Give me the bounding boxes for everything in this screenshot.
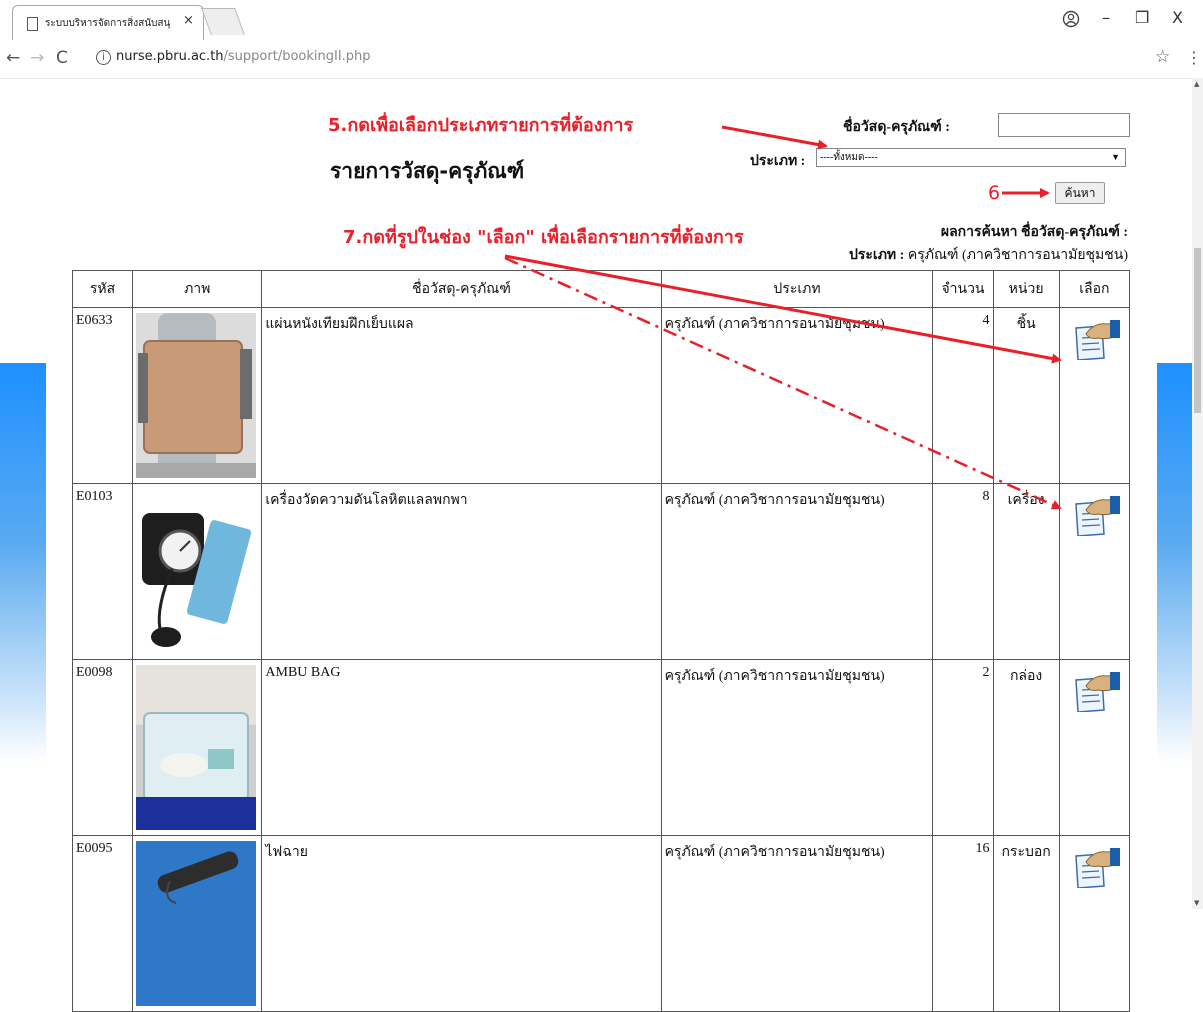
item-image-cell <box>132 483 263 660</box>
item-unit: ชิ้น <box>992 307 1060 484</box>
item-name: ไฟฉาย <box>261 835 662 1012</box>
result-type-label: ประเภท : <box>848 248 905 263</box>
item-qty: 16 <box>932 835 994 1012</box>
new-tab-button[interactable] <box>201 8 245 35</box>
item-select-cell <box>1058 483 1131 660</box>
result-type-line: ประเภท : ครุภัณฑ์ (ภาควิชาการอนามัยชุมชน… <box>849 244 1128 266</box>
page-title: รายการวัสดุ-ครุภัณฑ์ <box>330 159 525 183</box>
url-path: /support/bookingII.php <box>223 49 371 64</box>
url-host: nurse.pbru.ac.th <box>116 49 224 64</box>
ambu-bag-photo <box>136 665 257 830</box>
menu-kebab-icon[interactable]: ⋮ <box>1186 48 1202 67</box>
item-select-cell <box>1058 659 1131 836</box>
header-image: ภาพ <box>132 270 263 308</box>
item-image-cell <box>132 307 263 484</box>
forward-arrow-icon[interactable]: → <box>30 48 44 68</box>
reload-icon[interactable]: C <box>56 48 68 68</box>
search-button[interactable]: ค้นหา <box>1055 182 1105 204</box>
bookmark-star-icon[interactable]: ☆ <box>1155 47 1170 67</box>
select-hand-icon[interactable] <box>1072 846 1120 888</box>
item-name: AMBU BAG <box>261 659 662 836</box>
item-category: ครุภัณฑ์ (ภาควิชาการอนามัยชุมชน) <box>660 307 934 484</box>
item-unit: กล่อง <box>992 659 1060 836</box>
header-name: ชื่อวัสดุ-ครุภัณฑ์ <box>261 270 662 308</box>
item-qty: 2 <box>932 659 994 836</box>
right-decor-bar <box>1157 363 1193 763</box>
item-select-cell <box>1058 307 1131 484</box>
item-code: E0095 <box>71 835 134 1012</box>
item-qty: 8 <box>932 483 994 660</box>
item-image-cell <box>132 659 263 836</box>
browser-tab[interactable]: ระบบบริหารจัดการสิ่งสนับสนุ × <box>12 5 204 40</box>
item-name: แผ่นหนังเทียมฝึกเย็บแผล <box>261 307 662 484</box>
page-icon <box>27 17 38 31</box>
close-window-button[interactable]: X <box>1172 8 1183 27</box>
address-bar: ← → C i nurse.pbru.ac.th/support/booking… <box>0 40 1203 79</box>
item-image-cell <box>132 835 263 1012</box>
tab-close-icon[interactable]: × <box>183 13 194 28</box>
table-row: E0633 แผ่นหนังเทียมฝึกเย็บแผล ครุภัณฑ์ (… <box>71 307 1131 484</box>
header-select: เลือก <box>1058 270 1131 308</box>
url-text: nurse.pbru.ac.th/support/bookingII.php <box>116 49 371 64</box>
result-type-value: ครุภัณฑ์ (ภาควิชาการอนามัยชุมชน) <box>907 248 1128 263</box>
name-search-input[interactable] <box>998 113 1130 137</box>
item-name: เครื่องวัดความดันโลหิตแลลพกพา <box>261 483 662 660</box>
header-category: ประเภท <box>660 270 934 308</box>
name-label: ชื่อวัสดุ-ครุภัณฑ์ : <box>843 120 950 135</box>
item-unit: กระบอก <box>992 835 1060 1012</box>
table-row: E0103 เครื่องวัดความดันโลหิตแลลพกพา ครุภ… <box>71 483 1131 660</box>
annotation-step7: 7.กดที่รูปในช่อง "เลือก" เพื่อเลือกรายกา… <box>343 227 744 248</box>
header-code: รหัส <box>71 270 134 308</box>
select-hand-icon[interactable] <box>1072 494 1120 536</box>
url-field[interactable]: i nurse.pbru.ac.th/support/bookingII.php <box>88 46 1148 70</box>
header-unit: หน่วย <box>992 270 1060 308</box>
scroll-up-icon[interactable]: ▲ <box>1194 80 1199 88</box>
header-qty: จำนวน <box>932 270 994 308</box>
tab-title: ระบบบริหารจัดการสิ่งสนับสนุ <box>45 18 171 29</box>
account-icon[interactable] <box>1062 10 1080 28</box>
left-decor-bar <box>0 363 46 763</box>
item-code: E0633 <box>71 307 134 484</box>
suture-pad-photo <box>136 313 257 478</box>
scroll-down-icon[interactable]: ▼ <box>1194 899 1199 907</box>
restore-button[interactable]: ❐ <box>1135 8 1149 27</box>
item-unit: เครื่อง <box>992 483 1060 660</box>
table-header-row: รหัส ภาพ ชื่อวัสดุ-ครุภัณฑ์ ประเภท จำนวน… <box>71 270 1131 308</box>
table-row: E0095 ไฟฉาย ครุภัณฑ์ (ภาควิชาการอนามัยชุ… <box>71 835 1131 1012</box>
tab-bar: ระบบบริหารจัดการสิ่งสนับสนุ × – ❐ X <box>0 0 1203 40</box>
info-icon[interactable]: i <box>96 50 111 65</box>
back-arrow-icon[interactable]: ← <box>6 48 20 68</box>
annotation-step5: 5.กดเพื่อเลือกประเภทรายการที่ต้องการ <box>328 115 634 136</box>
item-category: ครุภัณฑ์ (ภาควิชาการอนามัยชุมชน) <box>660 835 934 1012</box>
minimize-button[interactable]: – <box>1102 8 1110 27</box>
item-category: ครุภัณฑ์ (ภาควิชาการอนามัยชุมชน) <box>660 483 934 660</box>
item-qty: 4 <box>932 307 994 484</box>
blood-pressure-monitor-photo <box>136 489 257 654</box>
item-code: E0098 <box>71 659 134 836</box>
type-label: ประเภท : <box>750 154 806 169</box>
arrow-step5 <box>721 125 828 150</box>
item-select-cell <box>1058 835 1131 1012</box>
annotation-step6: 6 <box>988 182 1001 204</box>
chevron-down-icon: ▼ <box>1111 152 1120 162</box>
item-code: E0103 <box>71 483 134 660</box>
items-table: รหัส ภาพ ชื่อวัสดุ-ครุภัณฑ์ ประเภท จำนวน… <box>71 270 1131 1012</box>
select-hand-icon[interactable] <box>1072 318 1120 360</box>
table-row: E0098 AMBU BAG ครุภัณฑ์ (ภาควิชาการอนามั… <box>71 659 1131 836</box>
flashlight-photo <box>136 841 257 1006</box>
scrollbar[interactable]: ▲ ▼ <box>1192 78 1203 909</box>
type-select[interactable]: ----ทั้งหมด---- ▼ <box>816 148 1126 167</box>
result-name-label: ผลการค้นหา ชื่อวัสดุ-ครุภัณฑ์ : <box>940 225 1128 240</box>
item-category: ครุภัณฑ์ (ภาควิชาการอนามัยชุมชน) <box>660 659 934 836</box>
scroll-thumb[interactable] <box>1194 248 1201 413</box>
type-select-value: ----ทั้งหมด---- <box>820 152 878 163</box>
select-hand-icon[interactable] <box>1072 670 1120 712</box>
